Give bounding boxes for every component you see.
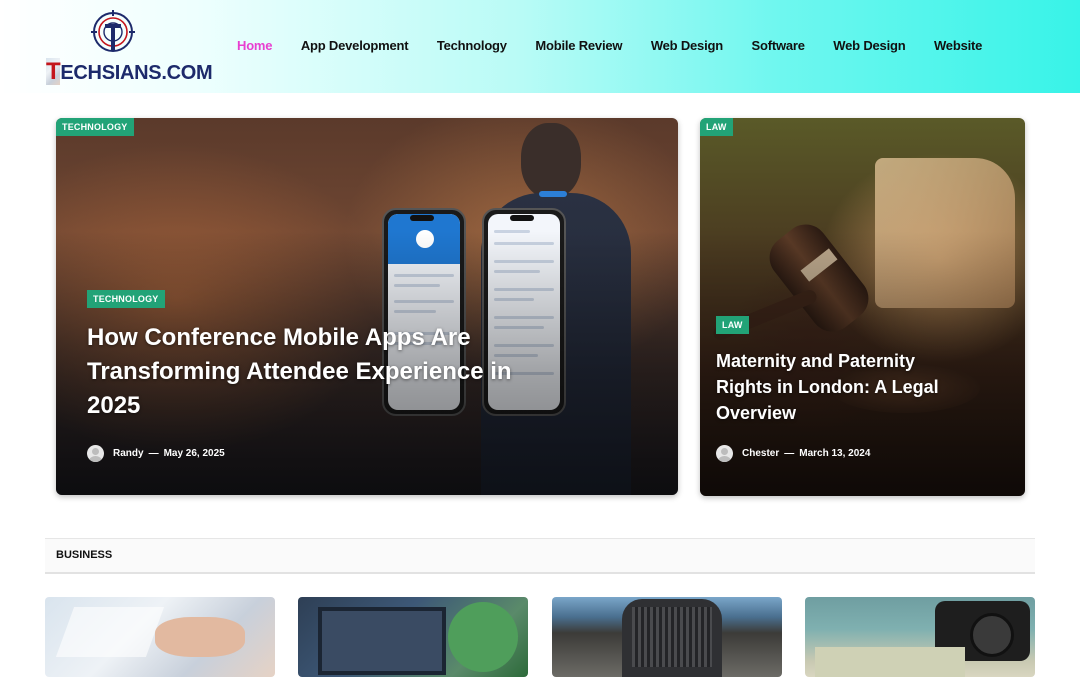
post-thumbnail[interactable] bbox=[298, 597, 528, 677]
main-nav: Home App Development Technology Mobile R… bbox=[237, 38, 1011, 53]
nav-item-home[interactable]: Home bbox=[237, 38, 273, 53]
category-badge[interactable]: LAW bbox=[716, 316, 749, 334]
side-post-card[interactable]: LAW LAW Maternity and Paternity Rights i… bbox=[700, 118, 1025, 496]
author-name[interactable]: Chester bbox=[742, 448, 779, 459]
target-t-logo-icon bbox=[91, 10, 135, 52]
section-header: BUSINESS bbox=[45, 538, 1035, 574]
nav-item-mobile-review[interactable]: Mobile Review bbox=[535, 38, 622, 53]
site-header: TECHSIANS.COM Home App Development Techn… bbox=[0, 0, 1080, 93]
category-badge-corner[interactable]: TECHNOLOGY bbox=[56, 118, 134, 136]
side-post-title[interactable]: Maternity and Paternity Rights in London… bbox=[716, 348, 956, 426]
nav-item-app-development[interactable]: App Development bbox=[301, 38, 409, 53]
category-badge-corner[interactable]: LAW bbox=[700, 118, 733, 136]
meta-separator: — bbox=[784, 448, 795, 459]
category-badge[interactable]: TECHNOLOGY bbox=[87, 290, 165, 308]
author-avatar bbox=[716, 445, 733, 462]
post-thumbnail[interactable] bbox=[45, 597, 275, 677]
nav-item-technology[interactable]: Technology bbox=[437, 38, 507, 53]
post-meta: Chester — March 13, 2024 bbox=[716, 445, 870, 462]
post-thumbnail[interactable] bbox=[805, 597, 1035, 677]
section-title[interactable]: BUSINESS bbox=[56, 549, 112, 561]
author-name[interactable]: Randy bbox=[113, 448, 144, 459]
post-thumbnail[interactable] bbox=[552, 597, 782, 677]
site-logo[interactable]: TECHSIANS.COM bbox=[44, 10, 213, 85]
post-date: March 13, 2024 bbox=[799, 448, 871, 459]
nav-item-website[interactable]: Website bbox=[934, 38, 982, 53]
hero-post-card[interactable]: TECHNOLOGY TECHNOLOGY How Conference Mob… bbox=[56, 118, 678, 495]
author-avatar bbox=[87, 445, 104, 462]
post-meta: Randy — May 26, 2025 bbox=[87, 445, 225, 462]
post-date: May 26, 2025 bbox=[163, 448, 225, 459]
hero-post-title[interactable]: How Conference Mobile Apps Are Transform… bbox=[87, 321, 537, 423]
nav-item-web-design-2[interactable]: Web Design bbox=[833, 38, 905, 53]
nav-item-software[interactable]: Software bbox=[751, 38, 805, 53]
meta-separator: — bbox=[148, 448, 159, 459]
logo-wordmark: TECHSIANS.COM bbox=[46, 58, 213, 85]
nav-item-web-design[interactable]: Web Design bbox=[651, 38, 723, 53]
